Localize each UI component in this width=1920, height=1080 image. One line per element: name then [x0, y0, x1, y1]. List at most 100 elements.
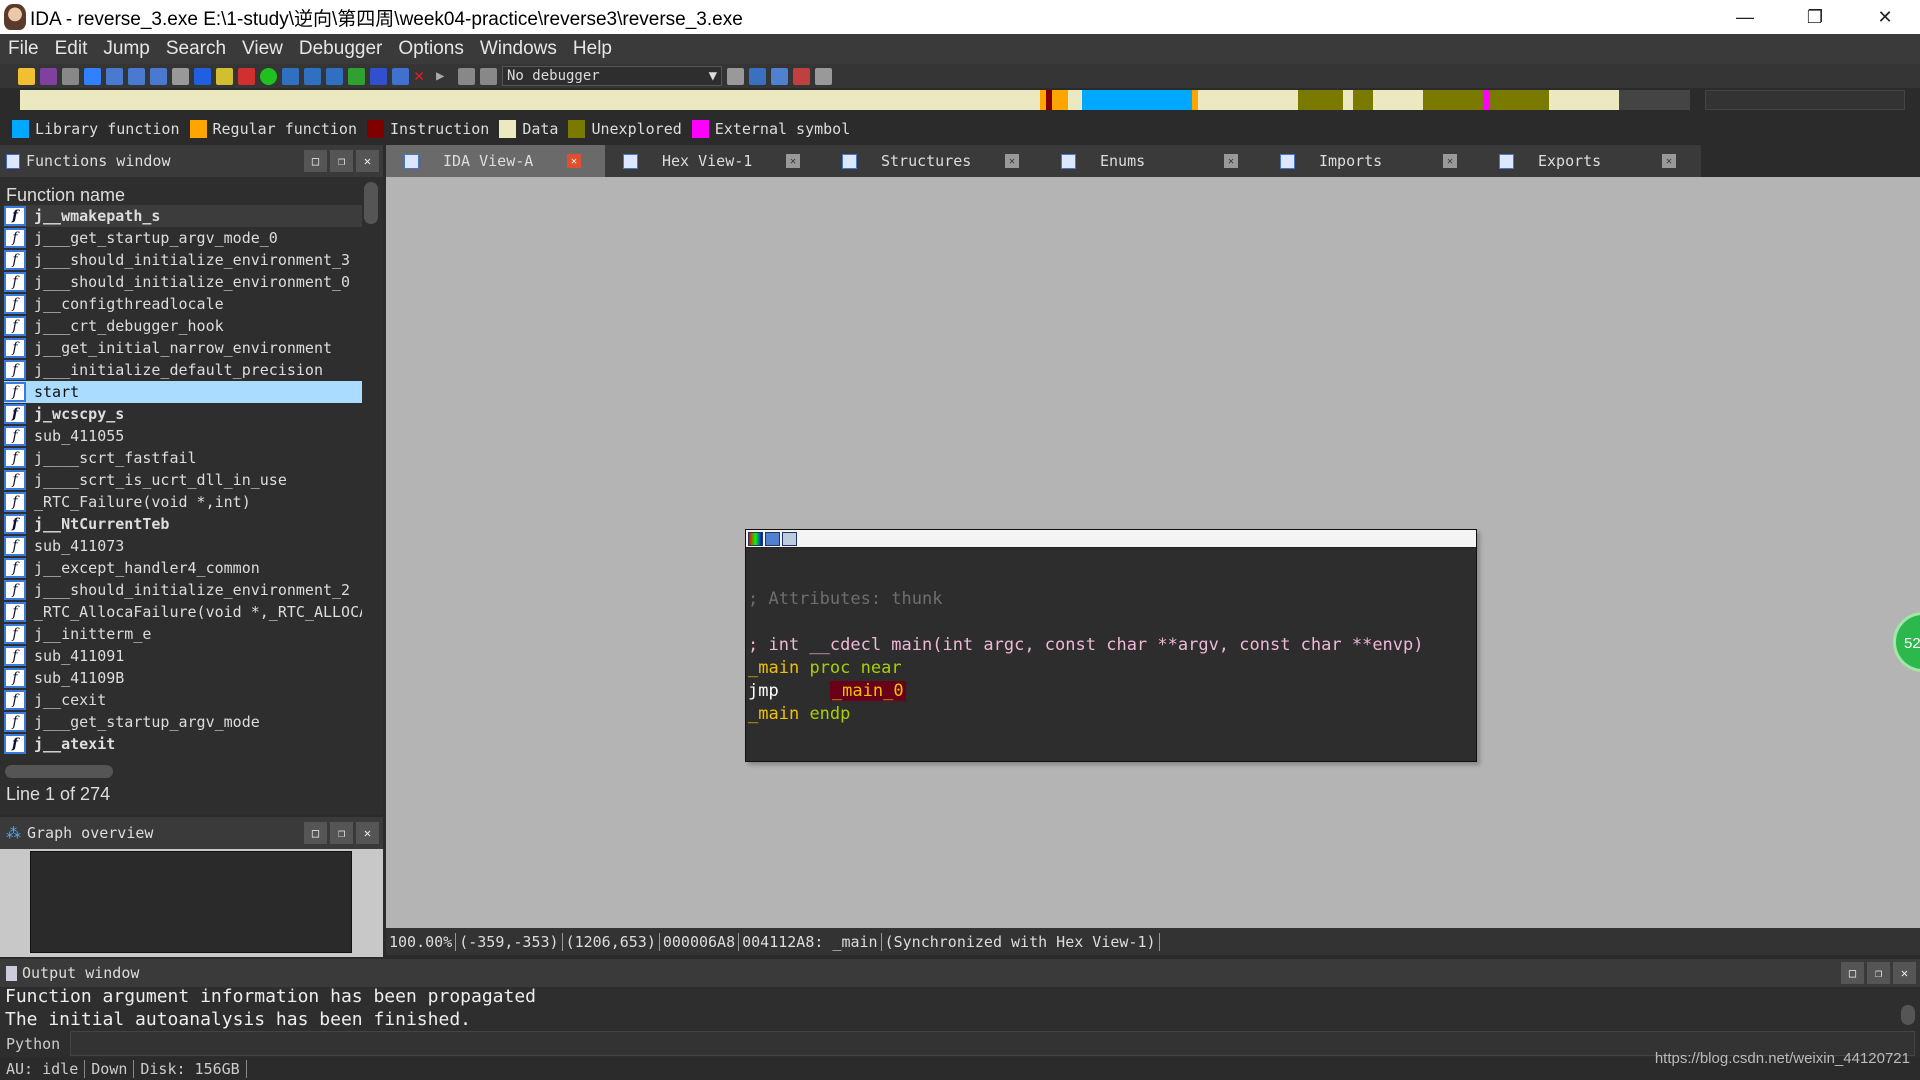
- function-row[interactable]: f j__initterm_e: [4, 623, 362, 645]
- function-row[interactable]: f j__wmakepath_s: [4, 205, 362, 227]
- function-row[interactable]: f j___should_initialize_environment_0: [4, 271, 362, 293]
- tab-enums[interactable]: Enums ✕: [1043, 145, 1262, 177]
- play-icon[interactable]: ▶: [436, 68, 453, 85]
- menu-search[interactable]: Search: [158, 38, 234, 60]
- search-icon[interactable]: [172, 67, 189, 85]
- close-button[interactable]: ✕: [356, 822, 379, 844]
- close-button[interactable]: ✕: [1850, 0, 1920, 34]
- restore-button[interactable]: ❐: [1780, 0, 1850, 34]
- function-row[interactable]: f j__except_handler4_common: [4, 557, 362, 579]
- tab-imports[interactable]: Imports ✕: [1262, 145, 1481, 177]
- search-direction[interactable]: Down: [85, 1059, 135, 1078]
- function-row[interactable]: f sub_41109B: [4, 667, 362, 689]
- vertical-scrollbar[interactable]: [364, 182, 378, 224]
- add-icon[interactable]: [370, 67, 387, 85]
- jump-code-icon[interactable]: [106, 67, 123, 85]
- function-row[interactable]: f j____scrt_fastfail: [4, 447, 362, 469]
- color-icon[interactable]: [748, 532, 763, 546]
- forward-icon[interactable]: [84, 67, 101, 85]
- float-button[interactable]: ❐: [1867, 962, 1890, 984]
- function-row[interactable]: f sub_411055: [4, 425, 362, 447]
- navigation-band-dropdown[interactable]: [1705, 90, 1905, 110]
- navigation-band[interactable]: [20, 90, 1690, 110]
- graph-node[interactable]: ; Attributes: thunk ; int __cdecl main(i…: [745, 529, 1477, 762]
- close-button[interactable]: ✕: [1893, 962, 1916, 984]
- graph-overview-canvas[interactable]: [30, 851, 352, 953]
- horizontal-scrollbar[interactable]: [5, 765, 113, 778]
- jump-text-icon[interactable]: [128, 67, 145, 85]
- function-row[interactable]: f j__cexit: [4, 689, 362, 711]
- menu-file[interactable]: File: [0, 38, 47, 60]
- function-row[interactable]: f j__NtCurrentTeb: [4, 513, 362, 535]
- group-icon[interactable]: [782, 532, 797, 546]
- minimize-button[interactable]: —: [1710, 0, 1780, 34]
- stop-icon[interactable]: [480, 67, 497, 85]
- menu-windows[interactable]: Windows: [472, 38, 565, 60]
- jump-binary-icon[interactable]: [150, 67, 167, 85]
- function-row[interactable]: f j__atexit: [4, 733, 362, 755]
- function-row[interactable]: f j___get_startup_argv_mode: [4, 711, 362, 733]
- function-row[interactable]: f j___should_initialize_environment_2: [4, 579, 362, 601]
- tab-hex-view-1[interactable]: Hex View-1 ✕: [605, 145, 824, 177]
- function-row[interactable]: f _RTC_Failure(void *,int): [4, 491, 362, 513]
- python-command-input[interactable]: [70, 1031, 1915, 1056]
- jump-target[interactable]: _main_0: [829, 681, 906, 701]
- close-tab-icon[interactable]: ✕: [786, 154, 800, 168]
- menu-edit[interactable]: Edit: [47, 38, 96, 60]
- label[interactable]: _main: [748, 658, 799, 678]
- maximize-button[interactable]: □: [1841, 962, 1864, 984]
- make-ascii-icon[interactable]: [326, 67, 343, 85]
- function-row[interactable]: f j___get_startup_argv_mode_0: [4, 227, 362, 249]
- maximize-button[interactable]: □: [304, 822, 327, 844]
- menu-jump[interactable]: Jump: [95, 38, 157, 60]
- lock-icon[interactable]: [216, 67, 233, 85]
- trace-icon[interactable]: [815, 67, 832, 85]
- function-row[interactable]: f j___should_initialize_environment_3: [4, 249, 362, 271]
- float-button[interactable]: ❐: [330, 822, 353, 844]
- function-row[interactable]: f sub_411091: [4, 645, 362, 667]
- function-row[interactable]: f start: [4, 381, 362, 403]
- output-scrollbar[interactable]: [1901, 1005, 1915, 1025]
- graph-icon[interactable]: [771, 67, 788, 85]
- menu-debugger[interactable]: Debugger: [291, 38, 390, 60]
- function-row[interactable]: f j_wcscpy_s: [4, 403, 362, 425]
- function-row[interactable]: f j___crt_debugger_hook: [4, 315, 362, 337]
- back-icon[interactable]: [62, 67, 79, 85]
- breakpoint-icon[interactable]: [793, 67, 810, 85]
- maximize-button[interactable]: □: [304, 150, 327, 172]
- cli-language-button[interactable]: Python: [6, 1035, 60, 1053]
- tab-structures[interactable]: Structures ✕: [824, 145, 1043, 177]
- function-row[interactable]: f j__get_initial_narrow_environment: [4, 337, 362, 359]
- close-tab-icon[interactable]: ✕: [567, 154, 581, 168]
- close-tab-icon[interactable]: ✕: [1443, 154, 1457, 168]
- menu-help[interactable]: Help: [565, 38, 620, 60]
- function-row[interactable]: f j___initialize_default_precision: [4, 359, 362, 381]
- function-row[interactable]: f j__configthreadlocale: [4, 293, 362, 315]
- close-button[interactable]: ✕: [356, 150, 379, 172]
- delete-icon[interactable]: ✕: [414, 67, 431, 85]
- menu-view[interactable]: View: [234, 38, 291, 60]
- tab-exports[interactable]: Exports ✕: [1481, 145, 1700, 177]
- function-row[interactable]: f j____scrt_is_ucrt_dll_in_use: [4, 469, 362, 491]
- rename-icon[interactable]: [765, 532, 780, 546]
- close-tab-icon[interactable]: ✕: [1662, 154, 1676, 168]
- make-data-icon[interactable]: [304, 67, 321, 85]
- close-tab-icon[interactable]: ✕: [1224, 154, 1238, 168]
- make-code-icon[interactable]: [282, 67, 299, 85]
- step-icon[interactable]: [194, 67, 211, 85]
- make-struct-icon[interactable]: [348, 67, 365, 85]
- attach-icon[interactable]: [727, 67, 744, 85]
- edit-icon[interactable]: [392, 67, 409, 85]
- function-row[interactable]: f _RTC_AllocaFailure(void *,_RTC_ALLOCA_N…: [4, 601, 362, 623]
- float-button[interactable]: ❐: [330, 150, 353, 172]
- pause-icon[interactable]: [458, 67, 475, 85]
- close-tab-icon[interactable]: ✕: [1005, 154, 1019, 168]
- disassembly[interactable]: ; Attributes: thunk ; int __cdecl main(i…: [746, 548, 1476, 726]
- save-icon[interactable]: [40, 67, 57, 85]
- function-row[interactable]: f sub_411073: [4, 535, 362, 557]
- run-icon[interactable]: [260, 67, 277, 85]
- menu-options[interactable]: Options: [390, 38, 471, 60]
- tab-ida-view-a[interactable]: IDA View-A ✕: [386, 145, 605, 177]
- process-icon[interactable]: [749, 67, 766, 85]
- open-icon[interactable]: [18, 67, 35, 85]
